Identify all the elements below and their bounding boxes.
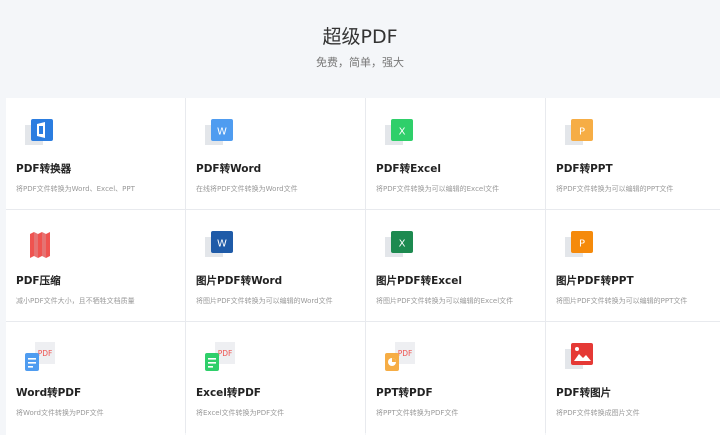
tool-title: 图片PDF转Excel (376, 275, 462, 287)
svg-text:P: P (579, 239, 585, 250)
page-subtitle: 免费，简单，强大 (316, 56, 404, 69)
svg-text:P: P (579, 127, 585, 138)
tool-title: Excel转PDF (196, 387, 261, 399)
tool-desc: 将Word文件转换为PDF文件 (16, 409, 104, 417)
excel-icon: X (381, 115, 417, 151)
tool-grid: PDF转换器 将PDF文件转换为Word、Excel、PPT W PDF转Wor… (6, 98, 720, 435)
hero-banner: 超级PDF 免费，简单，强大 (0, 0, 720, 98)
tool-card-image-pdf-to-excel[interactable]: X 图片PDF转Excel 将图片PDF文件转换为可以编辑的Excel文件 (366, 210, 545, 321)
tool-card-ppt-to-pdf[interactable]: PDF PPT转PDF 将PPT文件转换为PDF文件 (366, 322, 545, 435)
tool-card-pdf-to-ppt[interactable]: P PDF转PPT 将PDF文件转换为可以编辑的PPT文件 (546, 98, 720, 209)
tool-desc: 在线将PDF文件转换为Word文件 (196, 185, 298, 193)
svg-text:X: X (399, 239, 406, 250)
tool-card-pdf-to-word[interactable]: W PDF转Word 在线将PDF文件转换为Word文件 (186, 98, 365, 209)
svg-text:X: X (399, 127, 406, 138)
tool-desc: 将Excel文件转换为PDF文件 (196, 409, 285, 417)
tool-card-image-pdf-to-ppt[interactable]: P 图片PDF转PPT 将图片PDF文件转换为可以编辑的PPT文件 (546, 210, 720, 321)
tool-card-pdf-to-excel[interactable]: X PDF转Excel 将PDF文件转换为可以编辑的Excel文件 (366, 98, 545, 209)
tool-desc: 将PPT文件转换为PDF文件 (376, 409, 459, 417)
tool-title: PDF转Word (196, 163, 262, 175)
word-icon: W (201, 227, 237, 263)
compress-icon (21, 227, 57, 263)
tool-title: PDF转PPT (556, 163, 613, 175)
tool-card-word-to-pdf[interactable]: PDF Word转PDF 将Word文件转换为PDF文件 (6, 322, 185, 435)
tool-desc: 将PDF文件转换为Word、Excel、PPT (16, 185, 135, 193)
ppt-icon: P (561, 227, 597, 263)
ppt-to-pdf-icon: PDF (381, 339, 417, 375)
svg-text:PDF: PDF (398, 349, 413, 358)
tool-card-pdf-compress[interactable]: PDF压缩 减小PDF文件大小，且不牺牲文档质量 (6, 210, 185, 321)
tool-desc: 将PDF文件转换成图片文件 (556, 409, 640, 417)
tool-desc: 将图片PDF文件转换为可以编辑的Excel文件 (376, 297, 514, 305)
tool-title: PDF压缩 (16, 275, 61, 287)
excel-to-pdf-icon: PDF (201, 339, 237, 375)
tool-desc: 减小PDF文件大小，且不牺牲文档质量 (16, 297, 135, 305)
svg-text:W: W (217, 127, 227, 138)
tool-card-pdf-to-image[interactable]: PDF转图片 将PDF文件转换成图片文件 (546, 322, 720, 435)
tool-card-pdf-converter[interactable]: PDF转换器 将PDF文件转换为Word、Excel、PPT (6, 98, 185, 209)
svg-text:W: W (217, 239, 227, 250)
tool-desc: 将图片PDF文件转换为可以编辑的Word文件 (196, 297, 333, 305)
ppt-icon: P (561, 115, 597, 151)
word-icon: W (201, 115, 237, 151)
svg-text:PDF: PDF (218, 349, 233, 358)
tool-title: Word转PDF (16, 387, 82, 399)
tool-desc: 将PDF文件转换为可以编辑的Excel文件 (376, 185, 500, 193)
tool-title: PDF转图片 (556, 387, 612, 399)
page-title: 超级PDF (322, 26, 398, 48)
office-icon (21, 115, 57, 151)
tool-card-image-pdf-to-word[interactable]: W 图片PDF转Word 将图片PDF文件转换为可以编辑的Word文件 (186, 210, 365, 321)
tool-title: PPT转PDF (376, 387, 433, 399)
tool-title: PDF转换器 (16, 163, 72, 175)
pdf-to-image-icon (561, 339, 597, 375)
tool-card-excel-to-pdf[interactable]: PDF Excel转PDF 将Excel文件转换为PDF文件 (186, 322, 365, 435)
svg-text:PDF: PDF (38, 349, 53, 358)
word-to-pdf-icon: PDF (21, 339, 57, 375)
tool-desc: 将图片PDF文件转换为可以编辑的PPT文件 (556, 297, 688, 305)
excel-icon: X (381, 227, 417, 263)
tool-desc: 将PDF文件转换为可以编辑的PPT文件 (556, 185, 674, 193)
tool-title: 图片PDF转Word (196, 275, 283, 287)
tool-title: PDF转Excel (376, 163, 441, 175)
tool-title: 图片PDF转PPT (556, 275, 634, 287)
